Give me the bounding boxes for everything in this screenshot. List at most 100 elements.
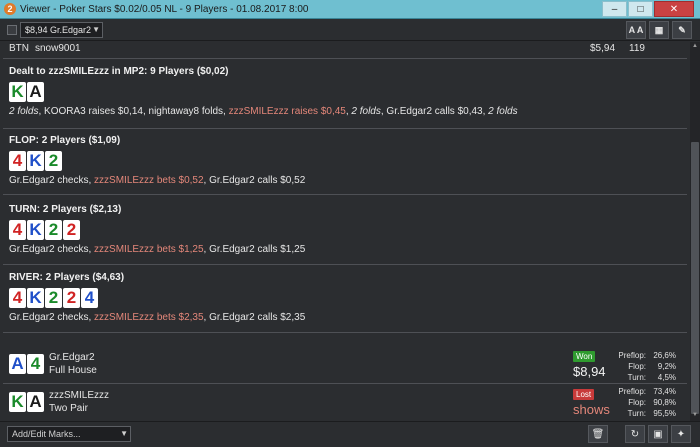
showdown-cards: K A bbox=[9, 392, 45, 412]
bottom-toolbar: Add/Edit Marks... ▼ 🗑 ↻ ▣ ✦ bbox=[0, 421, 700, 447]
showdown-row: K A zzzSMILEzzz Two Pair Lost shows Pref… bbox=[0, 386, 690, 419]
chevron-down-icon: ▼ bbox=[120, 429, 128, 438]
pencil-icon[interactable]: ✎ bbox=[672, 21, 692, 39]
card-4-club: 4 bbox=[27, 354, 44, 374]
equity-label: Preflop: bbox=[618, 387, 646, 396]
card-a-diam: A bbox=[9, 354, 26, 374]
card-k-club: K bbox=[9, 392, 26, 412]
scroll-up-icon[interactable]: ▲ bbox=[690, 43, 700, 51]
toolbar: $8,94 Gr.Edgar2 ▼ A A ▦ ✎ bbox=[0, 19, 700, 41]
won-badge: Won bbox=[573, 351, 596, 362]
select-checkbox[interactable] bbox=[7, 25, 17, 35]
showdown-hand-rank: Two Pair bbox=[49, 403, 88, 414]
player-select-value: $8,94 Gr.Edgar2 bbox=[25, 25, 92, 35]
action-text: , Gr.Edgar2 calls $0,52 bbox=[203, 175, 306, 186]
button-seat-row: BTN snow9001 $5,94 119 bbox=[0, 42, 690, 57]
turn-title: TURN: 2 Players ($2,13) bbox=[9, 204, 122, 215]
window-titlebar: 2 Viewer - Poker Stars $0.02/0.05 NL - 9… bbox=[0, 0, 700, 19]
preflop-section: Dealt to zzzSMILEzzz in MP2: 9 Players (… bbox=[9, 66, 689, 117]
card-k-diam: K bbox=[27, 288, 44, 308]
card-2-heart: 2 bbox=[63, 220, 80, 240]
replay-icon[interactable]: ↻ bbox=[625, 425, 645, 443]
minimize-icon[interactable]: – bbox=[602, 1, 627, 17]
showdown-hand-rank: Full House bbox=[49, 365, 97, 376]
divider bbox=[3, 383, 687, 384]
river-actions: Gr.Edgar2 checks, zzzSMILEzzz bets $2,35… bbox=[9, 312, 689, 323]
hero-action-text: zzzSMILEzzz bets $0,52 bbox=[94, 175, 204, 186]
turn-actions: Gr.Edgar2 checks, zzzSMILEzzz bets $1,25… bbox=[9, 244, 689, 255]
vertical-scrollbar[interactable]: ▲ ▼ bbox=[690, 42, 700, 421]
divider bbox=[3, 194, 687, 195]
card-a-spade: A bbox=[27, 82, 44, 102]
equity-value: 73,4% bbox=[653, 387, 676, 396]
hero-action-text: zzzSMILEzzz bets $2,35 bbox=[94, 312, 204, 323]
showdown-player-name: Gr.Edgar2 bbox=[49, 352, 95, 363]
card-2-heart: 2 bbox=[63, 288, 80, 308]
card-2-club: 2 bbox=[45, 288, 62, 308]
equity-value: 26,6% bbox=[653, 351, 676, 360]
board-cards: 4 K 2 2 bbox=[9, 220, 689, 240]
hand-history-panel: BTN snow9001 $5,94 119 Dealt to zzzSMILE… bbox=[0, 42, 690, 421]
flop-section: FLOP: 2 Players ($1,09) 4 K 2 Gr.Edgar2 … bbox=[9, 135, 689, 186]
card-k-club: K bbox=[9, 82, 26, 102]
marks-select[interactable]: Add/Edit Marks... ▼ bbox=[7, 426, 131, 442]
equity-label: Flop: bbox=[628, 362, 646, 371]
grid-icon[interactable]: ▦ bbox=[649, 21, 669, 39]
hero-action-text: zzzSMILEzzz raises $0,45 bbox=[228, 106, 346, 117]
card-4-heart: 4 bbox=[9, 288, 26, 308]
maximize-icon[interactable]: □ bbox=[628, 1, 653, 17]
scroll-down-icon[interactable]: ▼ bbox=[690, 412, 700, 420]
player-select[interactable]: $8,94 Gr.Edgar2 ▼ bbox=[20, 22, 103, 38]
equity-label: Preflop: bbox=[618, 351, 646, 360]
action-text: Gr.Edgar2 checks, bbox=[9, 244, 95, 255]
action-text: 2 folds bbox=[351, 106, 381, 117]
marks-select-placeholder: Add/Edit Marks... bbox=[12, 429, 81, 439]
button-player-stack: $5,94 bbox=[590, 43, 616, 54]
card-k-diam: K bbox=[27, 151, 44, 171]
card-4-heart: 4 bbox=[9, 151, 26, 171]
lost-badge: Lost bbox=[573, 389, 595, 400]
position-label: BTN bbox=[9, 43, 29, 54]
action-text: , Gr.Edgar2 calls $1,25 bbox=[203, 244, 306, 255]
action-text: 2 folds bbox=[9, 106, 39, 117]
equity-value: 90,8% bbox=[653, 398, 676, 407]
hole-cards: K A bbox=[9, 82, 689, 102]
card-2-club: 2 bbox=[45, 151, 62, 171]
action-text: , Gr.Edgar2 calls $0,43, bbox=[380, 106, 489, 117]
preflop-title: Dealt to zzzSMILEzzz in MP2: 9 Players (… bbox=[9, 66, 229, 77]
equity-label: Flop: bbox=[628, 398, 646, 407]
river-title: RIVER: 2 Players ($4,63) bbox=[9, 272, 125, 283]
equity-value: 4,5% bbox=[657, 373, 676, 382]
equity-label: Turn: bbox=[627, 409, 646, 418]
action-text: Gr.Edgar2 checks, bbox=[9, 175, 95, 186]
card-a-spade: A bbox=[27, 392, 44, 412]
button-player-bb: 119 bbox=[629, 43, 645, 54]
divider bbox=[3, 264, 687, 265]
card-4-diam: 4 bbox=[81, 288, 98, 308]
app-logo-icon: 2 bbox=[4, 3, 16, 15]
twitter-icon[interactable]: ✦ bbox=[671, 425, 691, 443]
close-icon[interactable]: ✕ bbox=[654, 1, 694, 17]
board-cards: 4 K 2 bbox=[9, 151, 689, 171]
equity-value: 95,5% bbox=[653, 409, 676, 418]
card-k-diam: K bbox=[27, 220, 44, 240]
divider bbox=[3, 332, 687, 333]
action-text: Gr.Edgar2 checks, bbox=[9, 312, 95, 323]
hero-action-text: zzzSMILEzzz bets $1,25 bbox=[94, 244, 204, 255]
equity-label: Turn: bbox=[627, 373, 646, 382]
card-2-club: 2 bbox=[45, 220, 62, 240]
window-title: Viewer - Poker Stars $0.02/0.05 NL - 9 P… bbox=[20, 3, 309, 15]
save-icon[interactable]: ▣ bbox=[648, 425, 668, 443]
showdown-cards: A 4 bbox=[9, 354, 45, 374]
card-4-heart: 4 bbox=[9, 220, 26, 240]
flop-actions: Gr.Edgar2 checks, zzzSMILEzzz bets $0,52… bbox=[9, 175, 689, 186]
button-player-name: snow9001 bbox=[35, 43, 81, 54]
font-size-button[interactable]: A A bbox=[626, 21, 646, 39]
preflop-actions: 2 folds, KOORA3 raises $0,14, nightaway8… bbox=[9, 106, 689, 117]
trash-icon[interactable]: 🗑 bbox=[588, 425, 608, 443]
scroll-thumb[interactable] bbox=[691, 142, 699, 414]
showdown-row: A 4 Gr.Edgar2 Full House Won $8,94 Prefl… bbox=[0, 348, 690, 382]
equity-value: 9,2% bbox=[657, 362, 676, 371]
flop-title: FLOP: 2 Players ($1,09) bbox=[9, 135, 121, 146]
river-section: RIVER: 2 Players ($4,63) 4 K 2 2 4 Gr.Ed… bbox=[9, 272, 689, 323]
